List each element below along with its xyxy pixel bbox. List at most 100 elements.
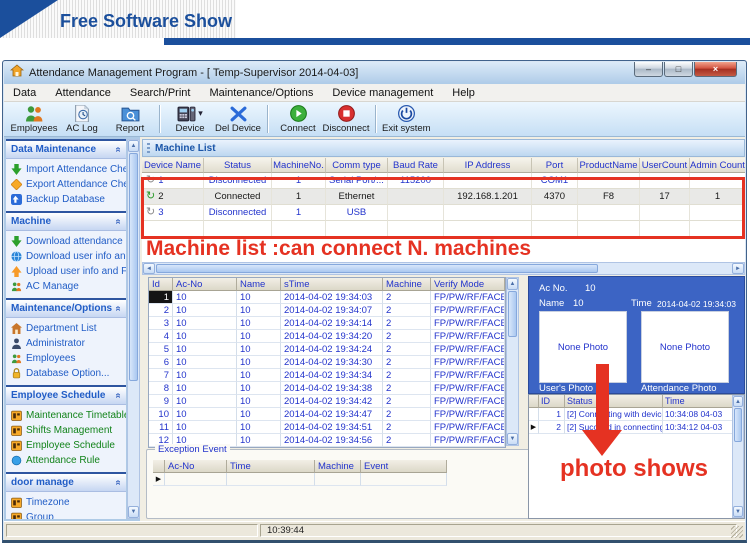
status-col-time[interactable]: Time [663, 395, 733, 408]
exception-row-empty[interactable]: ▶ [153, 473, 447, 486]
sidebar-item-download-user-info-and-fp[interactable]: Download user info and Fp [6, 249, 126, 264]
menu-item-maintenance-options[interactable]: Maintenance/Options [209, 87, 313, 99]
collapse-chevron-icon[interactable]: « [113, 219, 124, 225]
sidebar-item-administrator[interactable]: Administrator [6, 336, 126, 351]
sidebar-item-database-option[interactable]: Database Option... [6, 366, 126, 381]
sidebar-item-maintenance-timetables[interactable]: Maintenance Timetables [6, 408, 126, 423]
scroll-up-icon[interactable]: ▲ [507, 278, 518, 290]
minimize-button[interactable]: – [634, 62, 663, 77]
log-row-5[interactable]: 510102014-04-02 19:34:242FP/PW/RF/FACE [149, 343, 505, 356]
log-col-verify-mode[interactable]: Verify Mode [431, 278, 505, 291]
log-row-3[interactable]: 310102014-04-02 19:34:142FP/PW/RF/FACE [149, 317, 505, 330]
log-table-scrollbar[interactable]: ▲ ▼ [506, 277, 519, 446]
sidebar-item-download-attendance-logs[interactable]: Download attendance logs [6, 234, 126, 249]
machine-col-comm-type[interactable]: Comm type [326, 158, 388, 173]
sidebar-item-export-attendance-checking[interactable]: Export Attendance Checking ... [6, 177, 126, 192]
log-scroll-thumb[interactable] [508, 291, 517, 337]
log-row-1[interactable]: 110102014-04-02 19:34:032FP/PW/RF/FACE [149, 291, 505, 304]
collapse-chevron-icon[interactable]: « [113, 480, 124, 486]
sidebar-header-machine[interactable]: Machine« [6, 213, 126, 231]
resize-grip-icon[interactable] [731, 526, 743, 538]
log-row-10[interactable]: 1010102014-04-02 19:34:472FP/PW/RF/FACE [149, 408, 505, 421]
machine-col-productname[interactable]: ProductName [578, 158, 640, 173]
machine-list-panel-header[interactable]: Machine List [142, 139, 745, 157]
collapse-chevron-icon[interactable]: « [113, 147, 124, 153]
menu-item-data[interactable]: Data [13, 87, 36, 99]
device-dropdown-icon[interactable]: ▾ [198, 108, 203, 119]
disconnect-button[interactable]: Disconnect [322, 103, 370, 136]
del-device-button[interactable]: Del Device [214, 103, 262, 136]
machine-col-status[interactable]: Status [204, 158, 272, 173]
collapse-chevron-icon[interactable]: « [113, 306, 124, 312]
log-col-machine[interactable]: Machine [383, 278, 431, 291]
log-row-9[interactable]: 910102014-04-02 19:34:422FP/PW/RF/FACE [149, 395, 505, 408]
machine-col-device-name[interactable]: Device Name [142, 158, 204, 173]
sidebar-item-employees[interactable]: Employees [6, 351, 126, 366]
log-row-4[interactable]: 410102014-04-02 19:34:202FP/PW/RF/FACE [149, 330, 505, 343]
status-col-id[interactable]: ID [539, 395, 565, 408]
log-col-ac-no[interactable]: Ac-No [173, 278, 237, 291]
employees-button[interactable]: Employees [10, 103, 58, 136]
sidebar-header-data-maintenance[interactable]: Data Maintenance« [6, 141, 126, 159]
log-col-id[interactable]: Id [149, 278, 173, 291]
sidebar-header-door-manage[interactable]: door manage« [6, 474, 126, 492]
machine-col-usercount[interactable]: UserCount [640, 158, 690, 173]
log-row-7[interactable]: 710102014-04-02 19:34:342FP/PW/RF/FACE [149, 369, 505, 382]
sidebar-item-import-attendance-checking[interactable]: Import Attendance Checking ... [6, 162, 126, 177]
exception-col-event[interactable]: Event [361, 460, 447, 473]
log-row-6[interactable]: 610102014-04-02 19:34:302FP/PW/RF/FACE [149, 356, 505, 369]
sidebar-item-upload-user-info-and-fp[interactable]: Upload user info and FP [6, 264, 126, 279]
scroll-up-icon[interactable]: ▲ [733, 396, 743, 407]
machine-col-machineno[interactable]: MachineNo. [272, 158, 326, 173]
machine-list-hscrollbar[interactable]: ◄ ► [142, 262, 745, 275]
scroll-down-icon[interactable]: ▼ [507, 433, 518, 445]
exception-col-time[interactable]: Time [227, 460, 315, 473]
device-button[interactable]: ▾Device [166, 103, 214, 136]
title-bar[interactable]: Attendance Management Program - [ Temp-S… [4, 62, 745, 84]
collapse-chevron-icon[interactable]: « [113, 393, 124, 399]
status-row-1[interactable]: 1[2] Connecting with device,pl10:34:08 0… [529, 408, 744, 421]
sidebar-scroll-thumb[interactable] [129, 153, 138, 381]
exception-col-ac-no[interactable]: Ac-No [165, 460, 227, 473]
machine-col-baud-rate[interactable]: Baud Rate [388, 158, 444, 173]
machine-col-ip-address[interactable]: IP Address [444, 158, 532, 173]
sidebar-item-ac-manage[interactable]: AC Manage [6, 279, 126, 294]
connect-button[interactable]: Connect [274, 103, 322, 136]
machine-col-port[interactable]: Port [532, 158, 578, 173]
sidebar-item-timezone[interactable]: Timezone [6, 495, 126, 510]
scroll-up-icon[interactable]: ▲ [128, 140, 139, 152]
log-row-2[interactable]: 210102014-04-02 19:34:072FP/PW/RF/FACE [149, 304, 505, 317]
machine-col-admin-count[interactable]: Admin Count [690, 158, 745, 173]
status-scroll-thumb[interactable] [734, 408, 742, 442]
scroll-right-icon[interactable]: ► [732, 263, 744, 274]
scroll-down-icon[interactable]: ▼ [733, 506, 743, 517]
exit-system-button[interactable]: Exit system [382, 103, 431, 136]
machine-hscroll-thumb[interactable] [156, 264, 598, 273]
sidebar-header-maintenance-options[interactable]: Maintenance/Options« [6, 300, 126, 318]
sidebar-item-shifts-management[interactable]: Shifts Management [6, 423, 126, 438]
log-row-8[interactable]: 810102014-04-02 19:34:382FP/PW/RF/FACE [149, 382, 505, 395]
log-col-stime[interactable]: sTime [281, 278, 383, 291]
maximize-button[interactable]: □ [664, 62, 693, 77]
log-col-name[interactable]: Name [237, 278, 281, 291]
status-table-scrollbar[interactable]: ▲ ▼ [732, 395, 744, 518]
status-col-status[interactable]: Status [565, 395, 663, 408]
sidebar-item-employee-schedule[interactable]: Employee Schedule [6, 438, 126, 453]
exception-col-machine[interactable]: Machine [315, 460, 361, 473]
status-row-2[interactable]: ▶2[2] Succeed in connecting wi10:34:12 0… [529, 421, 744, 434]
sidebar-item-attendance-rule[interactable]: Attendance Rule [6, 453, 126, 468]
ac-log-button[interactable]: AC Log [58, 103, 106, 136]
sidebar-item-department-list[interactable]: Department List [6, 321, 126, 336]
log-row-11[interactable]: 1110102014-04-02 19:34:512FP/PW/RF/FACE [149, 421, 505, 434]
scroll-left-icon[interactable]: ◄ [143, 263, 155, 274]
sidebar-scrollbar[interactable]: ▲ ▼ [127, 139, 140, 519]
menu-item-search-print[interactable]: Search/Print [130, 87, 191, 99]
close-button[interactable]: × [694, 62, 737, 77]
sidebar-header-employee-schedule[interactable]: Employee Schedule« [6, 387, 126, 405]
scroll-down-icon[interactable]: ▼ [128, 506, 139, 518]
menu-item-device-management[interactable]: Device management [332, 87, 433, 99]
menu-item-attendance[interactable]: Attendance [55, 87, 111, 99]
menu-item-help[interactable]: Help [452, 87, 475, 99]
sidebar-item-group[interactable]: Group [6, 510, 126, 519]
report-button[interactable]: Report [106, 103, 154, 136]
